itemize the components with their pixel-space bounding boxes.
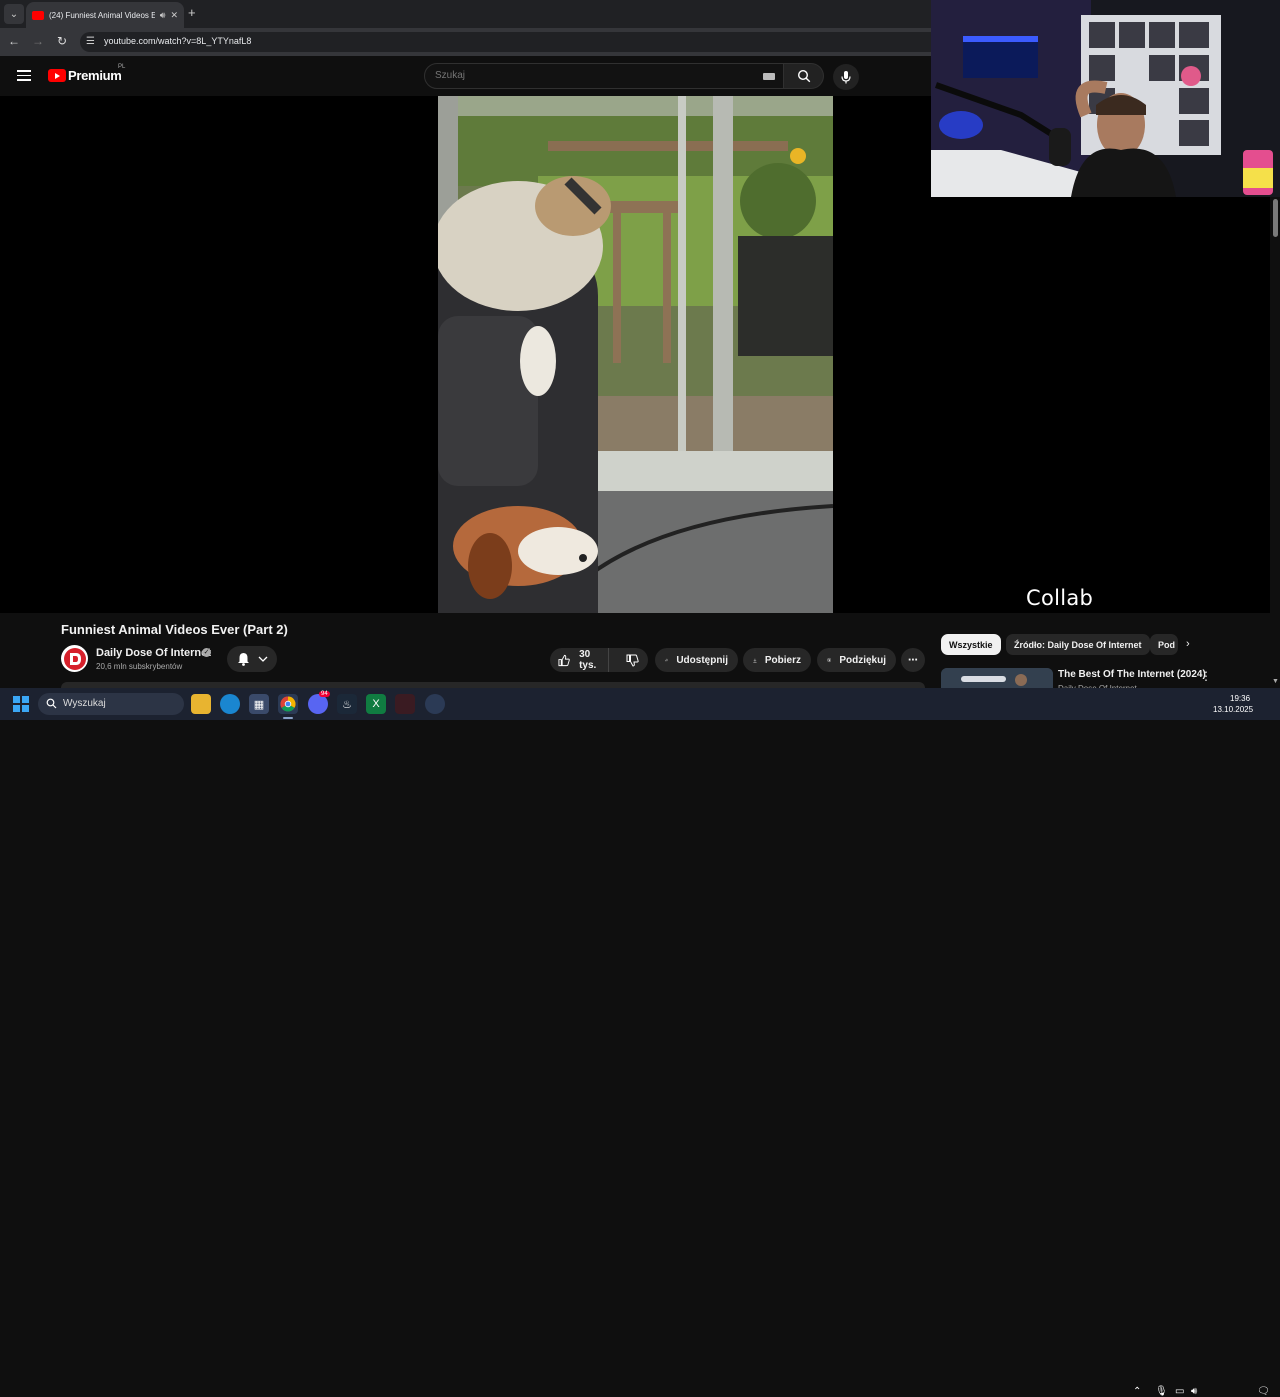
share-button[interactable]: Udostępnij	[655, 648, 738, 672]
chip-related[interactable]: Pod	[1150, 634, 1178, 655]
channel-logo-icon	[63, 647, 86, 670]
browser-tab-active[interactable]: (24) Funniest Animal Videos Ever (Part 2…	[26, 2, 184, 28]
recording-app-icon[interactable]	[425, 694, 445, 714]
chevron-right-icon[interactable]: ›	[1186, 638, 1190, 650]
clock-time[interactable]: 19:36	[1230, 694, 1250, 703]
dislike-button[interactable]	[617, 648, 648, 672]
download-label: Pobierz	[764, 654, 801, 666]
discord-icon[interactable]: 94	[308, 691, 330, 714]
hamburger-menu-icon[interactable]	[17, 70, 31, 81]
tray-overflow-chevron-icon[interactable]: ⌃	[1133, 1386, 1141, 1397]
like-count: 30 tys.	[579, 649, 597, 671]
keyboard-icon[interactable]	[763, 73, 775, 80]
youtube-logo-icon[interactable]	[48, 69, 66, 82]
recommended-video-title[interactable]: The Best Of The Internet (2024)	[1058, 669, 1206, 680]
steam-icon[interactable]: ♨	[337, 694, 357, 714]
site-info-icon[interactable]: ☰	[86, 36, 95, 47]
chevron-down-icon	[258, 656, 267, 662]
file-explorer-icon[interactable]	[191, 694, 211, 714]
edge-browser-icon[interactable]	[220, 694, 240, 714]
url-text[interactable]: youtube.com/watch?v=8L_YTYnafL8	[104, 36, 251, 46]
windows-start-icon[interactable]	[13, 696, 29, 712]
tray-network-icon[interactable]: ▭	[1175, 1386, 1184, 1397]
subscriber-count: 20,6 mln subskrybentów	[96, 662, 183, 671]
tab-search-button[interactable]: ⌄	[4, 4, 24, 24]
video-frame[interactable]	[438, 96, 833, 613]
more-actions-button[interactable]: ⋯	[901, 648, 925, 672]
search-input[interactable]	[435, 70, 735, 81]
download-button[interactable]: Pobierz	[743, 648, 811, 672]
excel-icon[interactable]: X	[366, 694, 386, 714]
new-tab-button[interactable]: +	[188, 5, 196, 20]
thumbs-up-icon	[558, 654, 570, 666]
tab-title: (24) Funniest Animal Videos Ever (Part 2…	[49, 10, 155, 20]
scrollbar-thumb[interactable]	[1273, 199, 1278, 237]
taskbar-search-text: Wyszukaj	[63, 698, 106, 709]
video-title: Funniest Animal Videos Ever (Part 2)	[61, 622, 288, 637]
thumbnail-image	[941, 668, 1053, 688]
thanks-button[interactable]: $ Podziękuj	[817, 648, 896, 672]
country-code: PL	[118, 64, 126, 70]
search-icon	[46, 698, 57, 709]
microsoft-store-icon[interactable]: ▦	[249, 694, 269, 714]
scroll-down-arrow-icon[interactable]: ▼	[1272, 678, 1279, 685]
discord-notification-badge: 94	[319, 691, 330, 697]
channel-avatar[interactable]	[61, 645, 88, 672]
recommended-video-thumbnail[interactable]	[941, 668, 1053, 688]
page-scrollbar[interactable]	[1270, 197, 1280, 687]
search-button[interactable]	[784, 63, 824, 89]
verified-badge-icon: ✓	[202, 648, 211, 657]
taskbar-search[interactable]: Wyszukaj	[38, 693, 184, 715]
video-scene-image	[438, 96, 833, 613]
forward-button[interactable]: →	[30, 34, 46, 48]
chrome-logo-icon	[280, 696, 296, 712]
chip-all[interactable]: Wszystkie	[941, 634, 1001, 655]
more-horizontal-icon: ⋯	[908, 654, 918, 666]
windows-taskbar: Wyszukaj ▦ 94 ♨ X ⌃ 🎙︎ ▭ 🔊︎ 🗨︎	[0, 688, 1280, 1397]
tray-volume-icon[interactable]: 🔊︎	[1191, 1386, 1197, 1397]
thumbs-down-icon	[626, 654, 639, 667]
collab-overlay-label: Collab	[1026, 586, 1094, 610]
youtube-favicon-icon	[32, 10, 44, 20]
like-dislike-group: 30 tys.	[550, 648, 648, 672]
download-icon	[753, 658, 757, 662]
speaker-icon[interactable]: 🔊︎	[160, 10, 166, 21]
thanks-dollar-icon: $	[827, 657, 832, 662]
thanks-label: Podziękuj	[839, 654, 886, 666]
bell-icon	[237, 653, 249, 666]
chrome-browser-icon[interactable]	[278, 694, 298, 714]
more-vertical-icon[interactable]: ⋮	[1200, 669, 1212, 683]
reload-button[interactable]: ↻	[54, 34, 70, 48]
share-label: Udostępnij	[676, 654, 728, 666]
close-tab-icon[interactable]: ✕	[170, 10, 178, 21]
brand-text[interactable]: Premium	[68, 68, 122, 83]
chrome-active-indicator	[283, 717, 293, 719]
search-box[interactable]	[424, 63, 784, 89]
like-button[interactable]: 30 tys.	[550, 648, 610, 672]
svg-text:$: $	[828, 658, 830, 662]
channel-name[interactable]: Daily Dose Of Internet	[96, 647, 211, 659]
chip-source[interactable]: Źródło: Daily Dose Of Internet	[1006, 634, 1150, 655]
clock-date[interactable]: 13.10.2025	[1213, 705, 1253, 714]
tray-notification-icon[interactable]: 🗨︎	[1257, 1386, 1270, 1397]
game-app-icon[interactable]	[395, 694, 415, 714]
subscription-bell-button[interactable]	[227, 646, 277, 672]
voice-search-button[interactable]	[833, 64, 859, 90]
webcam-image	[931, 0, 1280, 197]
back-button[interactable]: ←	[6, 34, 22, 48]
share-icon	[665, 658, 669, 662]
webcam-overlay	[931, 0, 1280, 197]
tray-microphone-icon[interactable]: 🎙︎	[1155, 1386, 1168, 1397]
microphone-icon	[841, 71, 851, 84]
search-icon	[797, 69, 810, 83]
